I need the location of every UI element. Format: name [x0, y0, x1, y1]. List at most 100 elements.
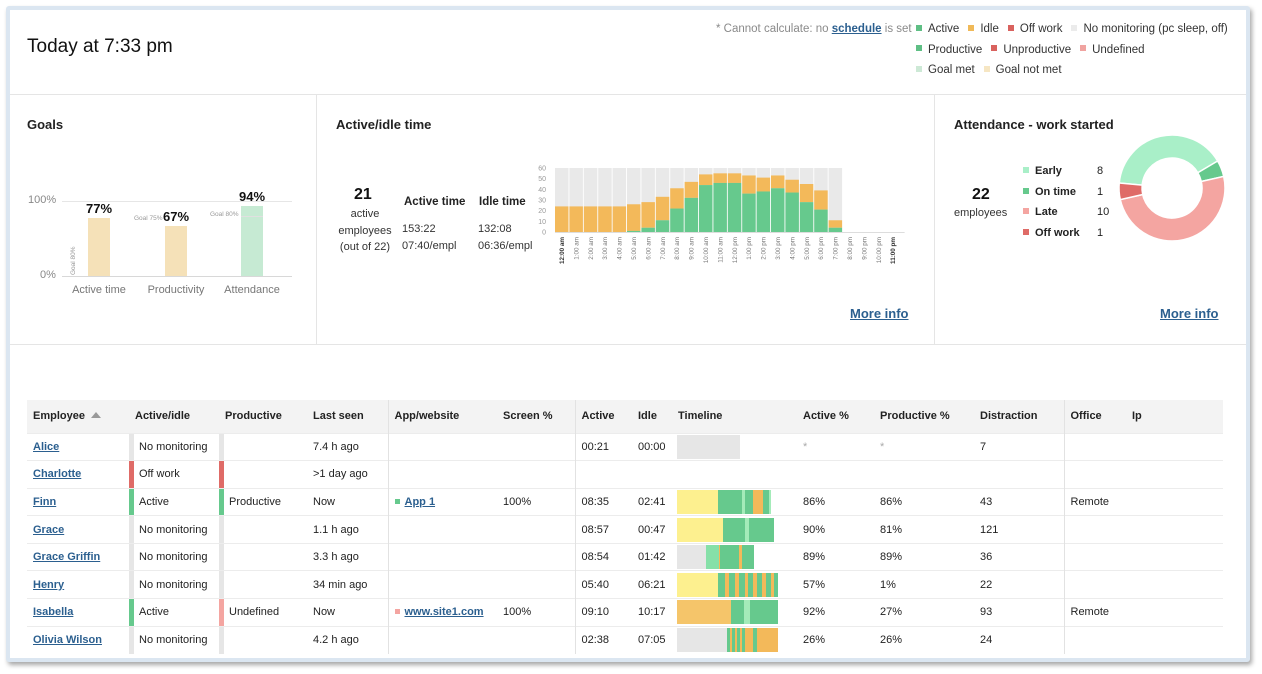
col-timeline[interactable]: Timeline	[672, 400, 797, 433]
timeline-bar[interactable]	[677, 572, 779, 597]
timeline-bar[interactable]	[677, 489, 777, 514]
x-tick-label: 2:00 pm	[761, 237, 768, 260]
employee-name-link[interactable]: Olivia Wilson	[33, 634, 102, 646]
timeline-segment	[718, 489, 743, 514]
table-row[interactable]: Olivia Wilson No monitoring 4.2 h ago 02:38…	[27, 625, 1223, 654]
col-office[interactable]: Office	[1063, 400, 1126, 433]
col-productive[interactable]: Productive	[219, 400, 307, 433]
active-idle-chart: 0 10 20 30 40 50 60 12:00 am 1:00 am 2:00 am 3:00 …	[538, 166, 905, 264]
active-cell: 05:40	[574, 570, 632, 599]
active-time-header: Active time	[404, 196, 466, 208]
idle-cell: 02:41	[632, 487, 672, 516]
active-pct-cell: *	[797, 432, 874, 461]
status-indicator	[129, 433, 134, 461]
legend-item: Goal met	[916, 64, 975, 76]
table-row[interactable]: Charlotte Off work >1 day ago	[27, 460, 1223, 489]
bar-active	[727, 182, 742, 232]
table-row[interactable]: Grace No monitoring 1.1 h ago 08:57 00:47 90%…	[27, 515, 1223, 544]
col-ip[interactable]: Ip	[1126, 400, 1223, 433]
idle-time-text: 00:47	[638, 523, 666, 536]
col-active-idle[interactable]: Active/idle	[129, 400, 219, 433]
col-active[interactable]: Active	[574, 400, 632, 433]
app-category-icon	[394, 608, 400, 614]
employee-name-link[interactable]: Charlotte	[33, 468, 81, 480]
table-row[interactable]: Finn Active Productive Now App 1 100% 08:35 02:…	[27, 487, 1223, 516]
last-seen-text: 34 min ago	[313, 578, 368, 591]
col-app-website[interactable]: App/website	[387, 400, 497, 433]
idle-cell: 06:21	[632, 570, 672, 599]
idle-cell: 01:42	[632, 542, 672, 571]
timeline-segment	[677, 628, 727, 653]
timeline-bar[interactable]	[677, 628, 779, 653]
employee-name-link[interactable]: Alice	[33, 441, 59, 453]
attendance-employees-count: 22	[972, 186, 990, 203]
legend-label: Active	[928, 23, 960, 35]
goal-target-label: Goal 75%	[134, 214, 163, 222]
col-distraction[interactable]: Distraction	[974, 400, 1064, 433]
timeline-bar[interactable]	[677, 545, 762, 570]
attendance-more-info-link[interactable]: More info	[1160, 306, 1219, 321]
timeline-bar[interactable]	[677, 600, 779, 625]
active-idle-cell: No monitoring	[129, 515, 219, 544]
active-time-text: 00:21	[581, 440, 610, 453]
table-row[interactable]: Henry No monitoring 34 min ago 05:40 06:21 57…	[27, 570, 1223, 599]
table-row[interactable]: Isabella Active Undefined Now www.site1.com 1…	[27, 598, 1223, 627]
active-idle-more-info-link[interactable]: More info	[850, 306, 909, 321]
employee-name-link[interactable]: Henry	[33, 579, 64, 591]
employee-name-link[interactable]: Finn	[33, 496, 56, 508]
employee-name-link[interactable]: Isabella	[33, 606, 73, 618]
active-pct-text: 57%	[803, 578, 826, 591]
attendance-label: Late	[1035, 206, 1058, 218]
app-website-link[interactable]: www.site1.com	[405, 606, 484, 618]
attendance-legend-item: Off work 1	[1023, 227, 1109, 248]
y-tick-label: 50	[538, 176, 546, 183]
timeline-segment	[769, 489, 772, 514]
col-employee[interactable]: Employee	[27, 400, 129, 433]
bar-idle	[555, 206, 569, 232]
attendance-count: 10	[1097, 206, 1110, 218]
productive-cell: Undefined	[219, 598, 307, 627]
col-last-seen[interactable]: Last seen	[307, 400, 388, 433]
bar-idle	[828, 220, 843, 228]
status-text: No monitoring	[139, 551, 208, 564]
employee-name-link[interactable]: Grace	[33, 524, 64, 536]
active-pct-cell	[797, 460, 874, 489]
last-seen-cell: 1.1 h ago	[307, 515, 388, 544]
timeline-segment	[741, 545, 755, 570]
timeline-bar[interactable]	[677, 517, 774, 542]
status-indicator	[129, 544, 134, 571]
active-time-text: 08:54	[581, 551, 610, 564]
employee-cell: Isabella	[27, 598, 129, 627]
col-productive-pct[interactable]: Productive %	[874, 400, 974, 433]
attendance-panel: Attendance - work started 22 employees E…	[935, 95, 1246, 345]
col-idle[interactable]: Idle	[632, 400, 672, 433]
table-row[interactable]: Grace Griffin No monitoring 3.3 h ago 08:54…	[27, 542, 1223, 571]
bar-active	[641, 227, 655, 232]
idle-time-header: Idle time	[479, 196, 526, 208]
x-tick-label: 5:00 pm	[804, 237, 811, 260]
active-cell: 00:21	[574, 432, 632, 461]
active-per-employee: 07:40/empl	[402, 240, 457, 252]
timeline-bar[interactable]	[677, 434, 740, 459]
timeline-cell	[672, 570, 797, 599]
active-idle-cell: No monitoring	[129, 432, 219, 461]
last-seen-text: Now	[313, 606, 336, 619]
employee-name-link[interactable]: Grace Griffin	[33, 551, 100, 563]
schedule-link[interactable]: schedule	[832, 23, 882, 35]
bar-active	[670, 208, 684, 232]
distraction-cell: 36	[974, 542, 1064, 571]
sort-ascending-icon[interactable]	[90, 412, 101, 419]
productivity-indicator	[219, 571, 224, 599]
productive-pct-cell: 81%	[874, 515, 974, 544]
table-row[interactable]: Alice No monitoring 7.4 h ago 00:21 00:00 * * 7	[27, 432, 1223, 461]
x-tick-label: 12:00 pm	[732, 237, 739, 263]
distraction-text: 36	[980, 551, 993, 564]
app-website-link[interactable]: App 1	[405, 496, 436, 508]
active-pct-cell: 57%	[797, 570, 874, 599]
col-active-pct[interactable]: Active %	[797, 400, 874, 433]
col-screen-pct[interactable]: Screen %	[497, 400, 575, 433]
page-title: Today at 7:33 pm	[27, 36, 173, 57]
productivity-text: Undefined	[229, 606, 280, 619]
attendance-legend-item: Late 10	[1023, 206, 1109, 227]
employee-cell: Henry	[27, 570, 129, 599]
